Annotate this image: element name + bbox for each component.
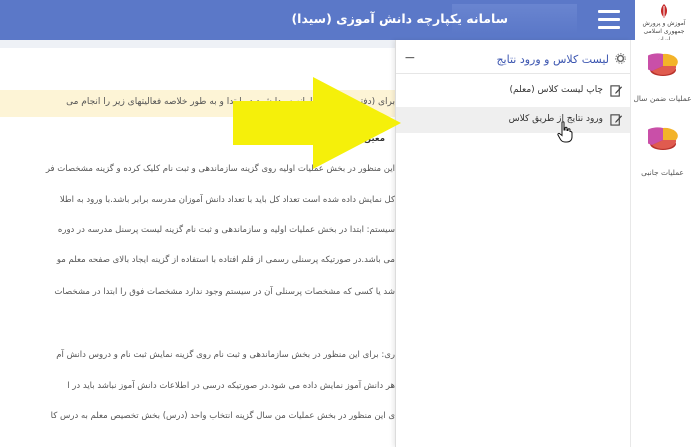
top-bar: سامانه یکپارچه دانش آموزی (سیدا) آموزش و… [0, 0, 693, 43]
panel-title: لیست کلاس و ورود نتایج [496, 53, 609, 66]
content-line: هر دانش آموز نمایش داده می شود.در صورتیک… [67, 381, 395, 391]
arrow-right-icon [233, 77, 401, 169]
panel-divider [396, 73, 631, 74]
content-line: می باشد.در صورتیکه پرسنلی رسمی از قلم اف… [56, 255, 395, 265]
content-line: کل نمایش داده شده است تعداد کل باید با ت… [59, 195, 395, 205]
content-line: شد یا کسی که مشخصات پرسنلی آن در سیستم و… [54, 287, 395, 297]
hamburger-icon[interactable] [598, 10, 620, 30]
content-line: ری: برای این منظور در بخش سازماندهی و ثب… [56, 350, 395, 360]
sidebar-item-label: عملیات ضمن سال [633, 94, 692, 103]
menu-item-print-class-list[interactable]: چاپ لیست کلاس (معلم) [396, 78, 631, 104]
gear-icon [615, 53, 626, 64]
pie-chart-icon [648, 53, 678, 76]
collapse-icon[interactable]: − [404, 50, 416, 66]
content-top-strip [0, 40, 395, 48]
content-line: ی این منظور در بخش عملیات من سال گزینه ا… [50, 411, 395, 421]
content-line: سیستم: ابتدا در بخش عملیات اولیه و سازما… [57, 225, 395, 235]
class-list-panel: لیست کلاس و ورود نتایج − چاپ لیست کلاس (… [395, 40, 631, 447]
logo: آموزش و پرورشجمهوری اسلامی ایران [635, 0, 693, 43]
edit-icon [610, 114, 623, 126]
sidebar-item-label: عملیات جانبی [641, 168, 684, 177]
panel-header[interactable]: لیست کلاس و ورود نتایج − [396, 48, 631, 70]
sidebar-item-side-operations[interactable]: عملیات جانبی [631, 122, 693, 182]
right-sidebar: عملیات ضمن سال عملیات جانبی [630, 40, 693, 447]
app-title: سامانه یکپارچه دانش آموزی (سیدا) [291, 11, 508, 26]
pie-chart-icon [648, 127, 678, 150]
edit-icon [610, 85, 623, 97]
emblem-icon [660, 4, 668, 18]
hand-pointer-icon [557, 121, 573, 143]
menu-item-enter-results[interactable]: ورود نتایج از طریق کلاس [396, 107, 631, 133]
sidebar-item-in-year-operations[interactable]: عملیات ضمن سال [631, 48, 693, 108]
menu-item-label: چاپ لیست کلاس (معلم) [509, 85, 603, 95]
menu-item-label: ورود نتایج از طریق کلاس [508, 114, 603, 124]
